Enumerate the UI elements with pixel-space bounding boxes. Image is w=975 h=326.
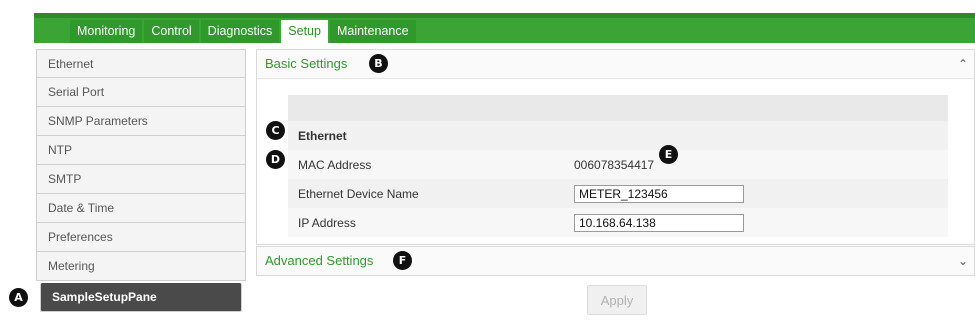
ip-address-label: IP Address bbox=[288, 208, 564, 237]
section-row: Ethernet bbox=[288, 121, 948, 150]
sidebar-item-sample-setup-pane[interactable]: SampleSetupPane bbox=[40, 283, 242, 312]
tab-setup[interactable]: Setup bbox=[281, 20, 328, 43]
setup-sidebar: Ethernet Serial Port SNMP Parameters NTP… bbox=[36, 49, 246, 312]
device-name-input[interactable] bbox=[574, 184, 744, 203]
sidebar-item-serial-port[interactable]: Serial Port bbox=[36, 78, 246, 107]
tab-control[interactable]: Control bbox=[144, 20, 199, 43]
tab-monitoring[interactable]: Monitoring bbox=[70, 20, 143, 43]
sidebar-item-date-time[interactable]: Date & Time bbox=[36, 194, 246, 223]
ip-address-input[interactable] bbox=[574, 213, 744, 232]
ip-row: IP Address bbox=[288, 208, 948, 237]
mac-address-value: 006078354417 bbox=[564, 150, 948, 179]
sidebar-item-ntp[interactable]: NTP bbox=[36, 136, 246, 165]
marker-a: A bbox=[9, 288, 28, 307]
marker-e: E bbox=[659, 145, 678, 164]
marker-c: C bbox=[266, 121, 285, 140]
form-header-row bbox=[288, 95, 948, 121]
sidebar-item-smtp[interactable]: SMTP bbox=[36, 165, 246, 194]
apply-button[interactable]: Apply bbox=[587, 285, 647, 315]
marker-d: D bbox=[266, 150, 285, 169]
sidebar-item-ethernet[interactable]: Ethernet bbox=[36, 49, 246, 78]
basic-settings-panel: Basic Settings ⌃ Ethernet MAC Address 00… bbox=[256, 49, 975, 245]
main-tabs: Monitoring Control Diagnostics Setup Mai… bbox=[70, 20, 416, 43]
basic-settings-title: Basic Settings bbox=[265, 56, 348, 71]
sidebar-item-metering[interactable]: Metering bbox=[36, 252, 246, 281]
sidebar-item-snmp-parameters[interactable]: SNMP Parameters bbox=[36, 107, 246, 136]
mac-row: MAC Address 006078354417 bbox=[288, 150, 948, 179]
marker-b: B bbox=[369, 54, 388, 73]
ethernet-section-label: Ethernet bbox=[288, 121, 564, 150]
device-name-label: Ethernet Device Name bbox=[288, 179, 564, 208]
tab-diagnostics[interactable]: Diagnostics bbox=[200, 20, 280, 43]
basic-settings-header[interactable]: Basic Settings ⌃ bbox=[257, 50, 974, 79]
tab-maintenance[interactable]: Maintenance bbox=[329, 20, 416, 43]
basic-settings-form: Ethernet MAC Address 006078354417 Ethern… bbox=[288, 95, 948, 237]
advanced-settings-title: Advanced Settings bbox=[265, 253, 374, 268]
marker-f: F bbox=[393, 251, 412, 270]
advanced-settings-header[interactable]: Advanced Settings ⌄ bbox=[257, 247, 974, 275]
mac-address-label: MAC Address bbox=[288, 150, 564, 179]
chevron-up-icon[interactable]: ⌃ bbox=[958, 50, 968, 78]
sidebar-item-preferences[interactable]: Preferences bbox=[36, 223, 246, 252]
chevron-down-icon[interactable]: ⌄ bbox=[958, 247, 968, 275]
advanced-settings-panel: Advanced Settings ⌄ bbox=[256, 246, 975, 276]
device-name-row: Ethernet Device Name bbox=[288, 179, 948, 208]
